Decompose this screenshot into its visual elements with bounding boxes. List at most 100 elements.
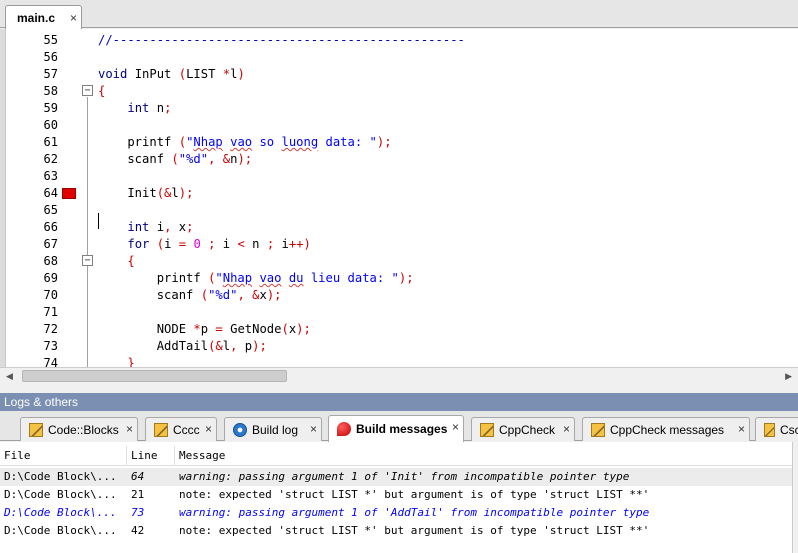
fold-toggle-icon[interactable]: − (82, 85, 93, 96)
codeblocks-window: main.c × 55 //---------------------------… (0, 0, 798, 553)
pencil-icon (591, 422, 605, 437)
code-line[interactable]: 61 printf ("Nhap vao so luong data: "); (0, 134, 798, 151)
code-line[interactable]: 73 AddTail(&l, p); (0, 338, 798, 355)
code-line[interactable]: 72 NODE *p = GetNode(x); (0, 321, 798, 338)
scroll-right-icon[interactable]: ▶ (785, 371, 792, 382)
pencil-icon (480, 422, 494, 437)
line-number: 56 (43, 50, 58, 64)
column-header-message[interactable]: Message (175, 446, 798, 466)
fold-toggle-icon[interactable]: − (82, 255, 93, 266)
code-text: scanf ("%d", &x); (98, 288, 282, 302)
code-text: //--------------------------------------… (98, 33, 465, 47)
editor-horizontal-scrollbar[interactable]: ◀ ▶ (0, 367, 798, 383)
table-row[interactable]: D:\Code Block\... 73 warning: passing argu… (0, 504, 798, 522)
code-text: { (127, 254, 135, 268)
log-tab-label: CppCheck (499, 422, 556, 437)
message-line: 73 (131, 506, 145, 519)
close-icon[interactable]: × (70, 11, 77, 25)
code-text: Init(&l); (98, 186, 194, 200)
code-text: printf ("Nhap vao du lieu data: "); (98, 271, 414, 285)
close-icon[interactable]: × (452, 420, 459, 434)
line-number: 63 (43, 169, 58, 183)
log-tab-label: CppCheck messages (610, 422, 725, 437)
code-line[interactable]: 63 (0, 168, 798, 185)
line-number: 55 (43, 33, 58, 47)
log-tab-cccc[interactable]: Cccc × (145, 417, 217, 441)
log-tab-cppcheck-messages[interactable]: CppCheck messages × (582, 417, 750, 441)
log-tab-label: Build messages (356, 422, 448, 436)
message-text: warning: passing argument 1 of 'Init' fr… (179, 470, 630, 483)
line-number: 59 (43, 101, 58, 115)
pin-icon (337, 422, 351, 436)
close-icon[interactable]: × (738, 422, 745, 436)
column-header-file[interactable]: File (0, 446, 127, 466)
close-icon[interactable]: × (126, 422, 133, 436)
code-text: AddTail(&l, p); (98, 339, 267, 353)
error-marker-icon[interactable] (62, 188, 76, 199)
log-tab-code-blocks[interactable]: Code::Blocks × (20, 417, 138, 441)
code-line[interactable]: 62 scanf ("%d", &n); (0, 151, 798, 168)
tab-label: main.c (17, 10, 56, 25)
message-file: D:\Code Block\... (4, 524, 117, 537)
message-line: 21 (131, 488, 145, 501)
message-file: D:\Code Block\... (4, 506, 117, 519)
table-row[interactable]: D:\Code Block\... 42 note: expected 'struc… (0, 522, 798, 540)
code-line[interactable]: 57 void InPut (LIST *l) (0, 66, 798, 83)
code-text: printf ("Nhap vao so luong data: "); (98, 135, 392, 149)
code-text: for (i = 0 ; i < n ; i++) (127, 237, 311, 251)
code-text: NODE *p = GetNode(x); (98, 322, 311, 336)
column-header-line[interactable]: Line (127, 446, 175, 466)
line-number: 73 (43, 339, 58, 353)
log-tab-label: Cccc (173, 422, 200, 437)
code-line[interactable]: 66 int i, x; (0, 219, 798, 236)
code-line[interactable]: 56 (0, 49, 798, 66)
line-number: 57 (43, 67, 58, 81)
message-line: 64 (131, 470, 145, 483)
scrollbar-thumb[interactable] (22, 370, 287, 382)
code-line[interactable]: 59 int n; (0, 100, 798, 117)
code-line[interactable]: 67 for (i = 0 ; i < n ; i++) (0, 236, 798, 253)
pane-splitter[interactable] (0, 383, 798, 393)
code-line[interactable]: 70 scanf ("%d", &x); (0, 287, 798, 304)
build-messages-list[interactable]: File Line Message D:\Code Block\... 64 war… (0, 442, 798, 553)
log-tab-build-log[interactable]: Build log × (224, 417, 322, 441)
line-number: 60 (43, 118, 58, 132)
table-row[interactable]: D:\Code Block\... 64 warning: passing argu… (0, 468, 798, 486)
messages-header: File Line Message (0, 446, 798, 466)
close-icon[interactable]: × (310, 422, 317, 436)
code-editor[interactable]: 55 //------------------------------------… (0, 29, 798, 367)
scroll-left-icon[interactable]: ◀ (6, 371, 13, 382)
message-file: D:\Code Block\... (4, 470, 117, 483)
log-tab-build-messages[interactable]: Build messages × (328, 415, 464, 442)
tab-main-c[interactable]: main.c × (5, 5, 82, 29)
line-number: 66 (43, 220, 58, 234)
code-line[interactable]: 69 printf ("Nhap vao du lieu data: "); (0, 270, 798, 287)
code-line[interactable]: 60 (0, 117, 798, 134)
code-text: } (127, 356, 135, 367)
table-row[interactable]: D:\Code Block\... 21 note: expected 'struc… (0, 486, 798, 504)
line-number: 58 (43, 84, 58, 98)
code-line[interactable]: 55 //------------------------------------… (0, 32, 798, 49)
code-line[interactable]: 64 Init(&l); (0, 185, 798, 202)
messages-vertical-scrollbar[interactable] (792, 442, 798, 553)
code-line[interactable]: 74 } (0, 355, 798, 367)
code-line[interactable]: 71 (0, 304, 798, 321)
code-line[interactable]: 68 − { (0, 253, 798, 270)
message-text: warning: passing argument 1 of 'AddTail'… (179, 506, 650, 519)
log-tab-cppcheck[interactable]: CppCheck × (471, 417, 575, 441)
line-number: 72 (43, 322, 58, 336)
line-number: 70 (43, 288, 58, 302)
line-number: 68 (43, 254, 58, 268)
log-tab-cscop[interactable]: Cscop (755, 417, 798, 441)
line-number: 64 (43, 186, 58, 200)
logs-tab-strip: Code::Blocks × Cccc × Build log × Build messag… (0, 411, 798, 442)
close-icon[interactable]: × (563, 422, 570, 436)
code-line[interactable]: 58 −{ (0, 83, 798, 100)
code-line[interactable]: 65 (0, 202, 798, 219)
logs-panel-title: Logs & others (0, 393, 798, 411)
message-file: D:\Code Block\... (4, 488, 117, 501)
close-icon[interactable]: × (205, 422, 212, 436)
line-number: 65 (43, 203, 58, 217)
message-text: note: expected 'struct LIST *' but argum… (179, 488, 650, 501)
log-tab-label: Build log (252, 422, 299, 437)
